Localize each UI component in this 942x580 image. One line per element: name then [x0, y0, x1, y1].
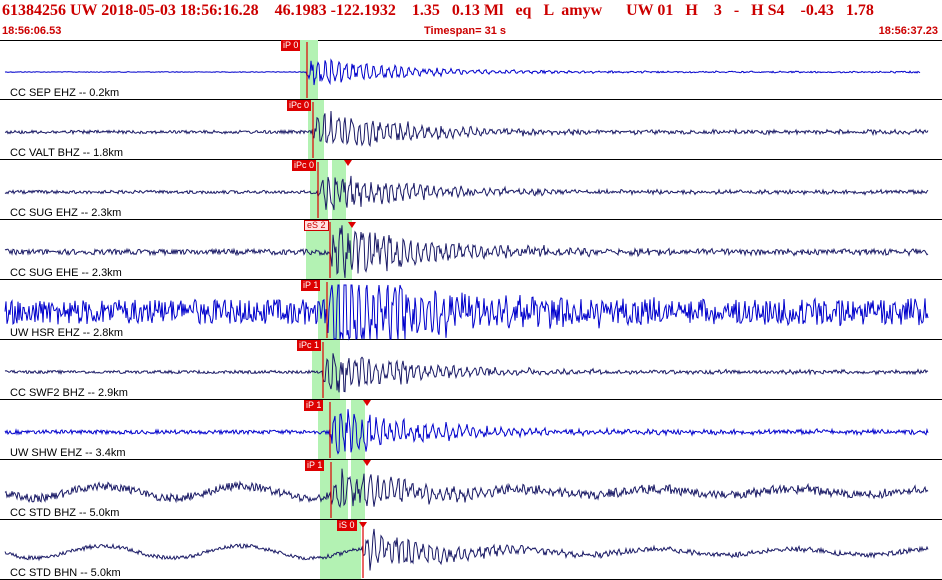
waveform-trace	[4, 225, 929, 278]
pick-label[interactable]: iP 1	[305, 460, 325, 471]
trace-label: CC SUG EHE -- 2.3km	[10, 267, 122, 279]
pick-label[interactable]: iP 0	[281, 40, 301, 51]
pick-label[interactable]: iPc 0	[292, 160, 317, 171]
pick-label[interactable]: iS 0	[337, 520, 357, 531]
end-time: 18:56:37.23	[878, 25, 938, 37]
trace-label: CC STD BHZ -- 5.0km	[10, 507, 120, 519]
seismogram-panel[interactable]: iP 0 CC SEP EHZ -- 0.2km iPc 0 CC VALT BHZ …	[0, 40, 942, 580]
waveform-trace	[4, 284, 929, 341]
trace-label: CC SEP EHZ -- 0.2km	[10, 87, 120, 99]
waveform-trace	[4, 528, 929, 571]
pick-label[interactable]: iPc 1	[297, 340, 322, 351]
pick-label[interactable]: iP 1	[304, 400, 324, 411]
waveform-trace	[4, 58, 921, 86]
event-header: 61384256 UW 2018-05-03 18:56:16.28 46.19…	[0, 0, 942, 41]
pick-window	[300, 40, 318, 100]
trace-label: CC STD BHN -- 5.0km	[10, 567, 121, 579]
pick-label[interactable]: iP 1	[301, 280, 321, 291]
waveform-trace	[4, 110, 929, 148]
start-time: 18:56:06.53	[2, 25, 62, 37]
timespan-label: Timespan= 31 s	[424, 25, 507, 37]
waveform-trace	[4, 409, 929, 455]
pick-label[interactable]: iPc 0	[287, 100, 312, 111]
seismogram-svg[interactable]	[0, 40, 942, 580]
trace-label: CC SUG EHZ -- 2.3km	[10, 207, 122, 219]
waveform-trace	[4, 175, 929, 211]
trace-label: CC VALT BHZ -- 1.8km	[10, 147, 124, 159]
event-summary: 61384256 UW 2018-05-03 18:56:16.28 46.19…	[2, 2, 874, 19]
trace-label: UW SHW EHZ -- 3.4km	[10, 447, 126, 459]
trace-label: UW HSR EHZ -- 2.8km	[10, 327, 124, 339]
waveform-trace	[4, 353, 929, 393]
pick-label[interactable]: eS 2	[304, 220, 329, 231]
trace-label: CC SWF2 BHZ -- 2.9km	[10, 387, 128, 399]
waveform-trace	[4, 468, 929, 508]
